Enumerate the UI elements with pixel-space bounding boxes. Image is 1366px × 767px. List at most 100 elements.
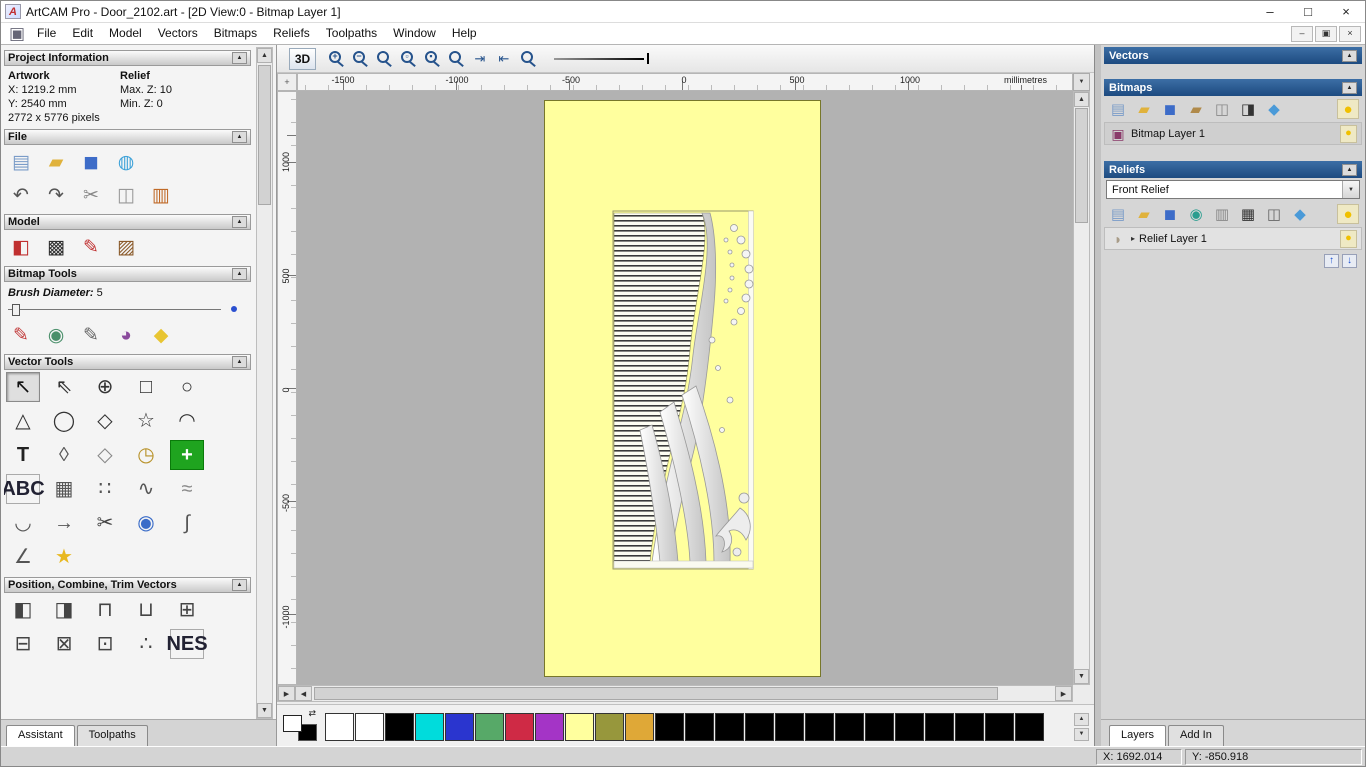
menu-item-model[interactable]: Model — [101, 23, 150, 44]
measure-icon[interactable]: ◷ — [129, 440, 163, 470]
copy-bitmap-layer-icon[interactable]: ◫ — [1211, 99, 1233, 119]
paste-text-abc-icon[interactable]: ABC — [6, 474, 40, 504]
move-layer-down-button[interactable]: ↓ — [1342, 254, 1357, 268]
menu-item-file[interactable]: File — [29, 23, 64, 44]
collapse-section-icon[interactable]: ▲ — [1342, 164, 1357, 176]
menu-item-help[interactable]: Help — [444, 23, 485, 44]
cut-icon[interactable]: ✂ — [78, 183, 104, 207]
colour-swatch[interactable] — [385, 713, 414, 741]
eraser-icon[interactable]: ◆ — [148, 323, 174, 347]
align-top-icon[interactable]: ⊓ — [88, 595, 122, 625]
fit-arc-icon[interactable]: ◡ — [6, 508, 40, 538]
colour-swatch[interactable] — [655, 713, 684, 741]
colour-swatch[interactable] — [895, 713, 924, 741]
node-editing-icon[interactable]: ⇖ — [47, 372, 81, 402]
palette-scroll-up-icon[interactable]: ▲ — [1074, 713, 1089, 726]
minimize-button[interactable]: – — [1251, 1, 1289, 23]
units-dropdown-icon[interactable]: ▼ — [1073, 73, 1090, 91]
clear-relief-layer-icon[interactable]: ◆ — [1289, 204, 1311, 224]
colour-swatch[interactable] — [325, 713, 354, 741]
merge-bitmap-layers-icon[interactable]: ▰ — [1185, 99, 1207, 119]
block-copy-icon[interactable]: ⊟ — [6, 629, 40, 659]
group-vectors-icon[interactable]: ⊠ — [47, 629, 81, 659]
align-centre-icon[interactable]: ⊞ — [170, 595, 204, 625]
close-button[interactable]: × — [1327, 1, 1365, 23]
collapse-section-icon[interactable]: ▲ — [232, 268, 247, 280]
scrollbar-thumb[interactable] — [258, 65, 271, 205]
pane-split-icon[interactable]: ▶ — [278, 686, 295, 701]
relief-select[interactable]: Front Relief ▼ — [1106, 180, 1360, 199]
colour-swatch[interactable] — [505, 713, 534, 741]
mdi-restore-button[interactable]: ▣ — [1315, 26, 1337, 42]
scrollbar-thumb[interactable] — [314, 687, 998, 700]
move-layer-up-button[interactable]: ↑ — [1324, 254, 1339, 268]
collapse-section-icon[interactable]: ▲ — [232, 52, 247, 64]
save-relief-layer-icon[interactable]: ◼ — [1159, 204, 1181, 224]
scroll-left-icon[interactable]: ◀ — [295, 686, 312, 701]
open-model-icon[interactable]: ▰ — [43, 150, 69, 174]
menu-item-edit[interactable]: Edit — [64, 23, 101, 44]
colour-swatch[interactable] — [535, 713, 564, 741]
brush-diameter-slider[interactable] — [8, 302, 243, 318]
horizontal-scrollbar[interactable]: ▶ ◀ ▶ — [277, 685, 1073, 702]
measure-tool-icon[interactable]: ⊡ — [88, 629, 122, 659]
bitmap-layer-name[interactable]: Bitmap Layer 1 — [1131, 128, 1205, 140]
transform-vectors-icon[interactable]: ⊕ — [88, 372, 122, 402]
colour-swatch[interactable] — [475, 713, 504, 741]
menu-item-bitmaps[interactable]: Bitmaps — [206, 23, 265, 44]
colour-swatch[interactable] — [565, 713, 594, 741]
create-text-icon[interactable]: T — [6, 440, 40, 470]
colour-palette-icon[interactable]: ◕ — [113, 323, 139, 347]
collapse-section-icon[interactable]: ▲ — [1342, 82, 1357, 94]
pixel-paint-icon[interactable]: ✎ — [78, 323, 104, 347]
relief-layer-visibility-icon[interactable]: ● — [1340, 230, 1357, 248]
create-star-icon[interactable]: ☆ — [129, 406, 163, 436]
section-header-bitmap-tools[interactable]: Bitmap Tools ▲ — [4, 266, 251, 282]
zoom-selected-button[interactable] — [521, 51, 533, 63]
scrollbar-thumb[interactable] — [1075, 108, 1088, 223]
create-bezier-icon[interactable]: ∫ — [170, 508, 204, 538]
palette-scroll-down-icon[interactable]: ▼ — [1074, 728, 1089, 741]
chevron-down-icon[interactable]: ▼ — [1342, 181, 1359, 198]
relief-layer-name[interactable]: Relief Layer 1 — [1139, 233, 1207, 245]
select-vectors-icon[interactable]: ↖ — [6, 372, 40, 402]
transfer-relief-icon[interactable]: ◫ — [1263, 204, 1285, 224]
tab-toolpaths[interactable]: Toolpaths — [77, 725, 148, 746]
colour-swatch[interactable] — [685, 713, 714, 741]
section-header-file[interactable]: File ▲ — [4, 129, 251, 145]
section-header-model[interactable]: Model ▲ — [4, 214, 251, 230]
dot-cluster-icon[interactable]: ∴ — [129, 629, 163, 659]
colour-swatch[interactable] — [595, 713, 624, 741]
colour-swatch[interactable] — [985, 713, 1014, 741]
model-lighting-icon[interactable]: ▩ — [43, 235, 69, 259]
zoom-in-button[interactable]: + — [329, 51, 341, 63]
snap-to-grid-button[interactable]: ⇤ — [494, 49, 514, 69]
expand-layer-icon[interactable]: ▸ — [1131, 234, 1135, 243]
assistant-scrollbar[interactable]: ▲ ▼ — [256, 47, 273, 719]
primary-colour-swatch[interactable] — [283, 715, 302, 732]
export-model-icon[interactable]: ◍ — [113, 150, 139, 174]
bitmap-layer-row[interactable]: ▣ Bitmap Layer 1 ● — [1104, 122, 1362, 145]
collapse-section-icon[interactable]: ▲ — [232, 131, 247, 143]
trim-vectors-icon[interactable]: ✂ — [88, 508, 122, 538]
maximize-button[interactable]: □ — [1289, 1, 1327, 23]
colour-swatch[interactable] — [745, 713, 774, 741]
save-bitmap-layer-icon[interactable]: ◼ — [1159, 99, 1181, 119]
align-left-icon[interactable]: ◧ — [6, 595, 40, 625]
vertical-scrollbar[interactable]: ▲ ▼ — [1073, 91, 1090, 685]
collapse-section-icon[interactable]: ▲ — [1342, 50, 1357, 62]
zoom-objects-button[interactable] — [449, 51, 461, 63]
load-assistant-image-icon[interactable]: ▨ — [113, 235, 139, 259]
paint-brush-icon[interactable]: ✎ — [8, 323, 34, 347]
model-canvas[interactable] — [297, 91, 1073, 685]
colour-swatch[interactable] — [415, 713, 444, 741]
colour-swatch[interactable] — [955, 713, 984, 741]
paste-icon[interactable]: ▥ — [148, 183, 174, 207]
block-paste-icon[interactable]: ∷ — [88, 474, 122, 504]
mdi-minimize-button[interactable]: – — [1291, 26, 1313, 42]
align-right-icon[interactable]: ◨ — [47, 595, 81, 625]
scroll-down-icon[interactable]: ▼ — [257, 703, 272, 718]
section-header-position-combine-trim[interactable]: Position, Combine, Trim Vectors ▲ — [4, 577, 251, 593]
toggle-all-bitmap-visibility-icon[interactable]: ● — [1337, 99, 1359, 119]
section-header-project-information[interactable]: Project Information ▲ — [4, 50, 251, 66]
